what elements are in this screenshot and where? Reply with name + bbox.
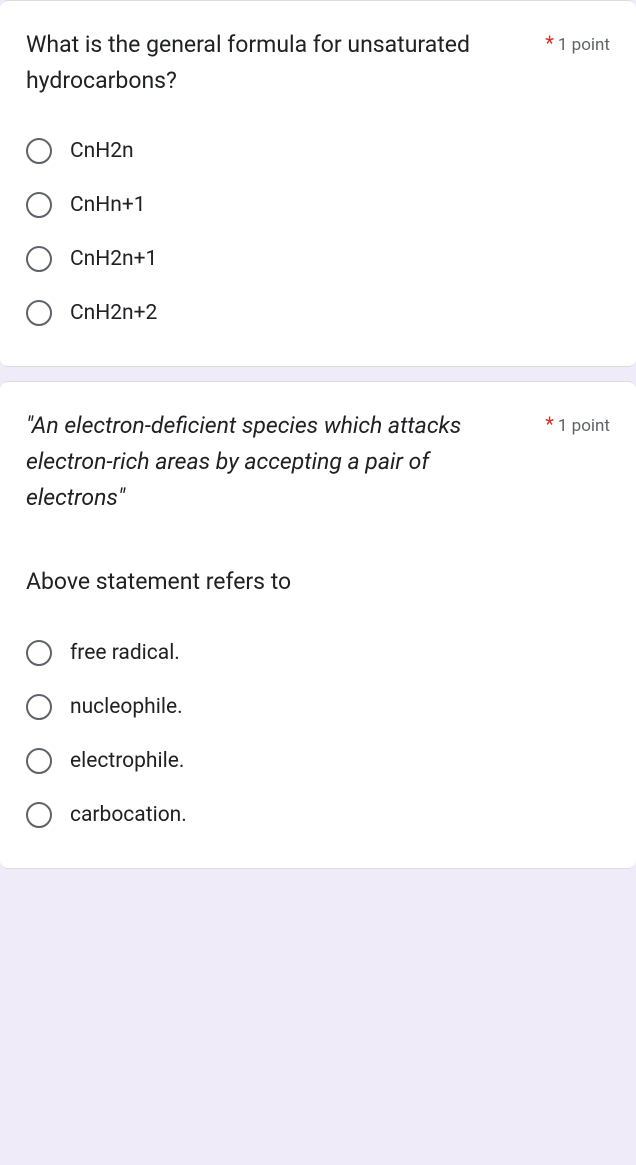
option-label: CnH2n+2 xyxy=(70,301,157,325)
option-row[interactable]: free radical. xyxy=(26,630,610,676)
required-star-icon: * xyxy=(545,31,554,55)
points-value: 1 point xyxy=(558,416,610,436)
radio-icon xyxy=(26,246,52,272)
radio-icon xyxy=(26,640,52,666)
question-title: What is the general formula for unsatura… xyxy=(26,27,531,98)
points-value: 1 point xyxy=(558,35,610,55)
question-title: "An electron-deficient species which att… xyxy=(26,408,531,515)
options-group: free radical. nucleophile. electrophile.… xyxy=(26,630,610,838)
radio-icon xyxy=(26,748,52,774)
question-header: What is the general formula for unsatura… xyxy=(26,27,610,98)
question-points: *1 point xyxy=(545,408,610,436)
question-points: *1 point xyxy=(545,27,610,55)
radio-icon xyxy=(26,694,52,720)
option-row[interactable]: CnH2n+2 xyxy=(26,290,610,336)
option-row[interactable]: electrophile. xyxy=(26,738,610,784)
option-label: CnH2n+1 xyxy=(70,247,157,271)
option-row[interactable]: CnH2n xyxy=(26,128,610,174)
option-row[interactable]: carbocation. xyxy=(26,792,610,838)
question-title-text: "An electron-deficient species which att… xyxy=(26,412,461,510)
option-label: carbocation. xyxy=(70,803,187,827)
radio-icon xyxy=(26,802,52,828)
question-subtext: Above statement refers to xyxy=(26,565,610,600)
option-label: CnHn+1 xyxy=(70,193,146,217)
option-label: CnH2n xyxy=(70,139,134,163)
option-label: free radical. xyxy=(70,641,180,665)
radio-icon xyxy=(26,138,52,164)
option-row[interactable]: CnHn+1 xyxy=(26,182,610,228)
radio-icon xyxy=(26,300,52,326)
question-card: What is the general formula for unsatura… xyxy=(0,0,636,367)
radio-icon xyxy=(26,192,52,218)
option-label: electrophile. xyxy=(70,749,184,773)
option-row[interactable]: nucleophile. xyxy=(26,684,610,730)
options-group: CnH2n CnHn+1 CnH2n+1 CnH2n+2 xyxy=(26,128,610,336)
question-card: "An electron-deficient species which att… xyxy=(0,381,636,868)
option-label: nucleophile. xyxy=(70,695,183,719)
required-star-icon: * xyxy=(545,412,554,436)
option-row[interactable]: CnH2n+1 xyxy=(26,236,610,282)
question-header: "An electron-deficient species which att… xyxy=(26,408,610,515)
